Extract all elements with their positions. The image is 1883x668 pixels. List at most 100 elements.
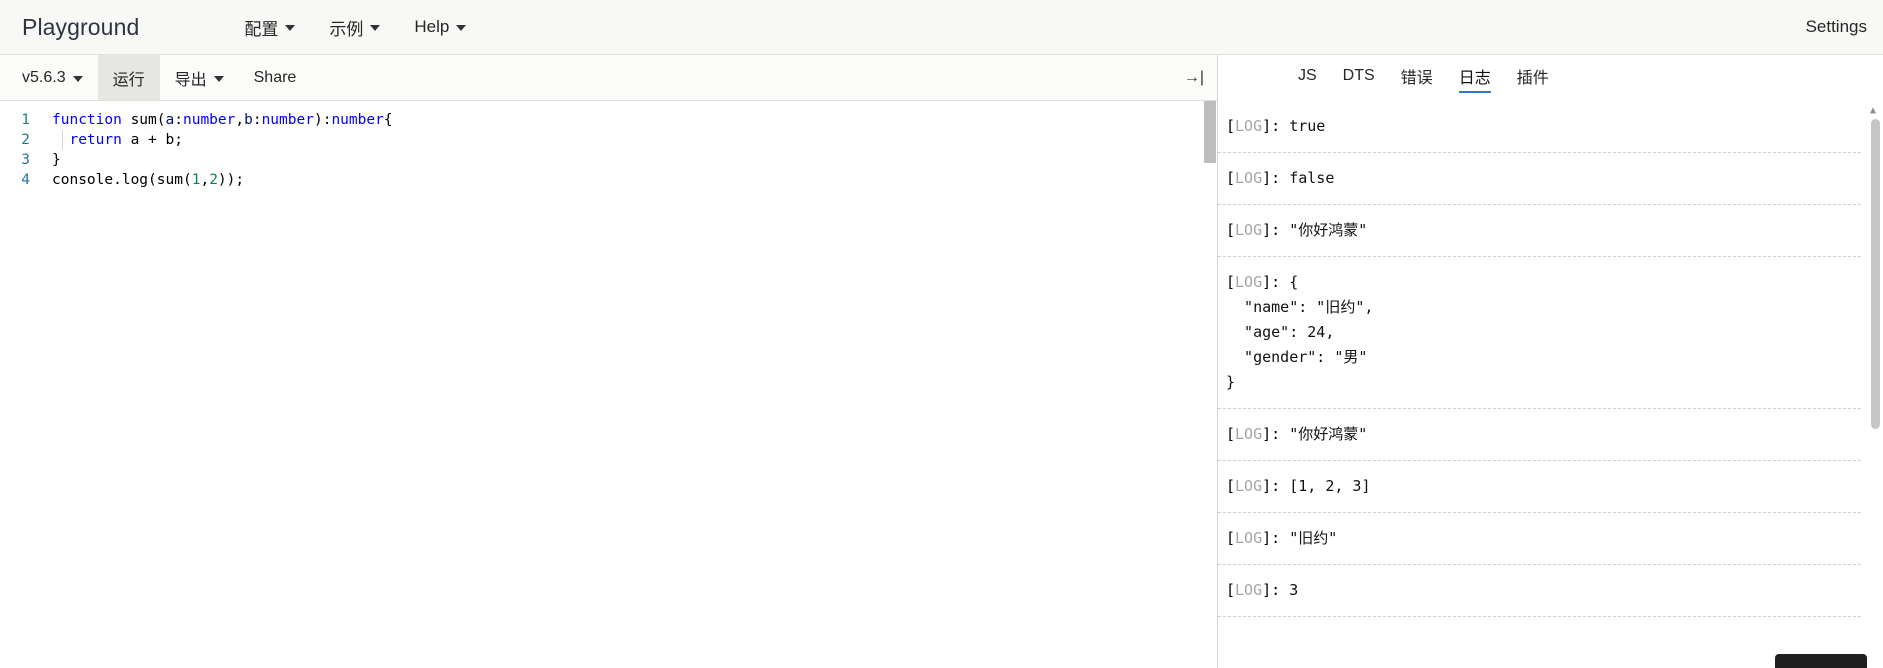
log-entry: [LOG]: "旧约" bbox=[1218, 513, 1861, 565]
line-number: 4 bbox=[21, 172, 30, 188]
code-token: , bbox=[200, 172, 210, 188]
code-line: 1 function sum(a:number,b:number):number{ bbox=[0, 110, 1217, 130]
main-nav: 配置 示例 Help bbox=[244, 15, 467, 40]
code-token: 2 bbox=[209, 172, 218, 188]
console-tab-0[interactable]: JS bbox=[1298, 67, 1317, 90]
code-token: return bbox=[69, 132, 122, 148]
log-entry: [LOG]: true bbox=[1218, 101, 1861, 153]
share-button[interactable]: Share bbox=[239, 55, 312, 100]
run-label: 运行 bbox=[112, 71, 145, 89]
code-line: 3} bbox=[0, 150, 1217, 170]
export-label: 导出 bbox=[174, 71, 207, 89]
console-pane: JS DTS 错误 日志 插件 [LOG]: true [LOG]: false [LOG]… bbox=[1218, 55, 1883, 668]
collapse-sidebar-icon[interactable]: →| bbox=[1181, 65, 1207, 91]
log-tag: [LOG]: bbox=[1226, 425, 1290, 443]
log-value: "你好鸿蒙" bbox=[1289, 425, 1368, 443]
code-token: number bbox=[331, 112, 384, 128]
log-list: [LOG]: true [LOG]: false [LOG]: "你好鸿蒙" [LOG… bbox=[1218, 101, 1883, 617]
code-token: function bbox=[52, 112, 131, 128]
nav-item-examples[interactable]: 示例 bbox=[329, 15, 381, 40]
code-token: ) bbox=[313, 112, 323, 128]
log-entry: [LOG]: false bbox=[1218, 153, 1861, 205]
log-value: "旧约" bbox=[1289, 529, 1338, 547]
code-token: : bbox=[252, 112, 262, 128]
console-log-panel[interactable]: [LOG]: true [LOG]: false [LOG]: "你好鸿蒙" [LOG… bbox=[1218, 101, 1883, 668]
console-tab-3[interactable]: 日志 bbox=[1458, 64, 1491, 93]
run-button[interactable]: 运行 bbox=[97, 55, 160, 100]
indent-guide bbox=[62, 130, 63, 150]
log-tag: [LOG]: bbox=[1226, 117, 1290, 135]
code-token: ; bbox=[235, 172, 245, 188]
app-header: Playground 配置 示例 Help Settings bbox=[0, 0, 1883, 55]
log-value: false bbox=[1289, 169, 1335, 187]
line-number: 1 bbox=[21, 112, 30, 128]
chevron-down-icon bbox=[370, 25, 381, 31]
page-title: Playground bbox=[22, 13, 140, 40]
console-scrollbar-thumb[interactable] bbox=[1871, 119, 1880, 429]
code-editor[interactable]: 1 function sum(a:number,b:number):number{… bbox=[0, 101, 1217, 668]
nav-item-examples-label: 示例 bbox=[329, 19, 364, 39]
version-selector[interactable]: v5.6.3 bbox=[7, 55, 98, 100]
chevron-down-icon bbox=[213, 75, 224, 82]
code-token: number bbox=[182, 112, 236, 128]
code-token: b bbox=[244, 112, 253, 128]
code-token: sum bbox=[130, 112, 157, 128]
code-token: sum bbox=[156, 172, 183, 188]
console-tab-1[interactable]: DTS bbox=[1343, 67, 1375, 90]
editor-scrollbar[interactable] bbox=[1203, 101, 1217, 668]
version-label: v5.6.3 bbox=[22, 68, 66, 86]
console-tabs: JS DTS 错误 日志 插件 bbox=[1218, 55, 1883, 101]
log-tag: [LOG]: bbox=[1226, 169, 1290, 187]
log-tag: [LOG]: bbox=[1226, 273, 1290, 291]
code-token: log bbox=[121, 172, 149, 188]
log-entry: [LOG]: [1, 2, 3] bbox=[1218, 461, 1861, 513]
code-token: ( bbox=[182, 172, 192, 188]
code-token: . bbox=[113, 172, 122, 188]
playground-app: Playground 配置 示例 Help Settings v5.6.3 运行… bbox=[0, 0, 1883, 668]
code-token: number bbox=[261, 112, 314, 128]
editor-toolbar: v5.6.3 运行 导出 Share →| bbox=[0, 55, 1217, 101]
code-line: 2 return a + b; bbox=[0, 130, 1217, 150]
code-token: a + b; bbox=[121, 132, 183, 148]
code-token: ( bbox=[148, 172, 157, 188]
log-entry: [LOG]: "你好鸿蒙" bbox=[1218, 205, 1861, 257]
line-number: 3 bbox=[21, 152, 30, 168]
editor-scrollbar-thumb[interactable] bbox=[1204, 101, 1216, 163]
console-tab-2[interactable]: 错误 bbox=[1401, 64, 1433, 93]
settings-button[interactable]: Settings bbox=[1806, 17, 1867, 37]
console-scrollbar[interactable]: ▲ bbox=[1870, 105, 1880, 664]
chevron-down-icon bbox=[285, 25, 296, 31]
code-text: } bbox=[52, 152, 61, 168]
nav-item-help[interactable]: Help bbox=[414, 17, 467, 37]
editor-pane: v5.6.3 运行 导出 Share →| 1 function sum(a:nu… bbox=[0, 55, 1218, 668]
code-token: , bbox=[235, 112, 245, 128]
log-tag: [LOG]: bbox=[1226, 477, 1290, 495]
console-tab-4[interactable]: 插件 bbox=[1517, 64, 1549, 93]
nav-item-config[interactable]: 配置 bbox=[244, 15, 296, 40]
code-token: } bbox=[52, 152, 61, 168]
code-text: console.log(sum(1,2)); bbox=[52, 172, 244, 188]
export-button[interactable]: 导出 bbox=[160, 55, 239, 100]
log-value: 3 bbox=[1289, 581, 1299, 599]
nav-item-config-label: 配置 bbox=[244, 19, 279, 39]
log-tag: [LOG]: bbox=[1226, 581, 1290, 599]
log-entry: [LOG]: { "name": "旧约", "age": 24, "gende… bbox=[1218, 257, 1861, 409]
log-tag: [LOG]: bbox=[1226, 221, 1290, 239]
chevron-down-icon bbox=[456, 25, 467, 31]
code-text: function sum(a:number,b:number):number{ bbox=[52, 112, 393, 128]
log-entry: [LOG]: 3 bbox=[1218, 565, 1861, 617]
log-value: true bbox=[1289, 117, 1326, 135]
code-line: 4 console.log(sum(1,2)); bbox=[0, 170, 1217, 190]
log-tag: [LOG]: bbox=[1226, 529, 1290, 547]
code-token: ( bbox=[156, 112, 166, 128]
code-token: a bbox=[165, 112, 175, 128]
code-token: : bbox=[174, 112, 183, 128]
app-body: v5.6.3 运行 导出 Share →| 1 function sum(a:nu… bbox=[0, 55, 1883, 668]
log-value: "你好鸿蒙" bbox=[1289, 221, 1368, 239]
scroll-up-arrow-icon[interactable]: ▲ bbox=[1867, 105, 1879, 116]
code-token: )) bbox=[217, 172, 236, 188]
code-token: console bbox=[52, 172, 114, 188]
share-label: Share bbox=[253, 68, 297, 86]
log-value: [1, 2, 3] bbox=[1289, 477, 1371, 495]
